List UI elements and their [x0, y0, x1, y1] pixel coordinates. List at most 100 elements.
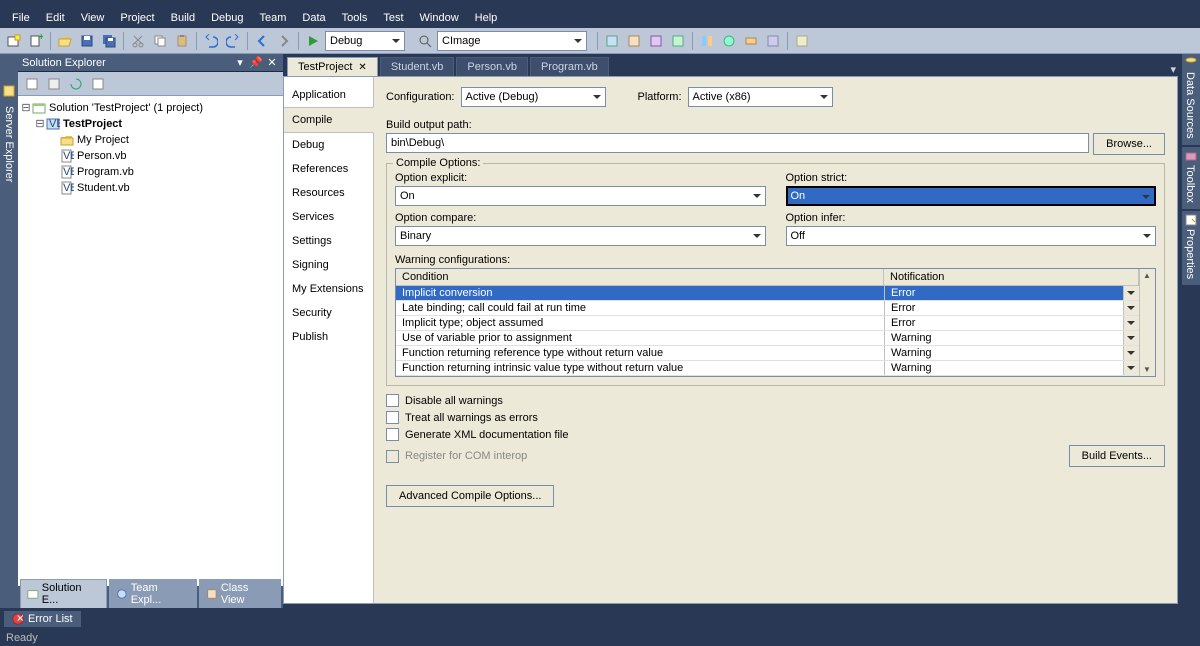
solution-tree[interactable]: ⊟ Solution 'TestProject' (1 project) ⊟ V…: [18, 96, 283, 586]
toolbox-tab[interactable]: Toolbox: [1182, 147, 1200, 209]
menu-build[interactable]: Build: [163, 10, 203, 26]
warning-row[interactable]: Implicit type; object assumedError: [396, 316, 1139, 331]
warning-grid[interactable]: Condition Notification Implicit conversi…: [396, 269, 1139, 376]
advanced-compile-button[interactable]: Advanced Compile Options...: [386, 485, 554, 507]
config-combo[interactable]: Debug: [325, 31, 405, 51]
find-icon[interactable]: [415, 31, 435, 51]
warning-notification-select[interactable]: Warning: [884, 346, 1139, 360]
panel-pin-icon[interactable]: 📌: [249, 56, 263, 70]
redo-icon[interactable]: [223, 31, 243, 51]
menu-data[interactable]: Data: [294, 10, 333, 26]
start-debug-icon[interactable]: [303, 31, 323, 51]
collapse-icon[interactable]: ⊟: [20, 100, 32, 116]
tree-item[interactable]: My Project: [77, 132, 129, 148]
menu-team[interactable]: Team: [252, 10, 295, 26]
save-icon[interactable]: [77, 31, 97, 51]
grid-scrollbar[interactable]: [1139, 269, 1155, 376]
class-view-tab[interactable]: Class View: [199, 579, 281, 608]
warning-row[interactable]: Function returning reference type withou…: [396, 346, 1139, 361]
properties-icon[interactable]: [22, 74, 42, 94]
save-all-icon[interactable]: [99, 31, 119, 51]
treat-errors-checkbox[interactable]: [386, 411, 399, 424]
nav-signing[interactable]: Signing: [284, 253, 373, 277]
doc-tab-person[interactable]: Person.vb: [456, 57, 528, 76]
nav-settings[interactable]: Settings: [284, 229, 373, 253]
error-list-tab[interactable]: ✕ Error List: [4, 611, 81, 627]
tb-misc6-icon[interactable]: [719, 31, 739, 51]
undo-icon[interactable]: [201, 31, 221, 51]
nav-application[interactable]: Application: [284, 83, 373, 107]
build-events-button[interactable]: Build Events...: [1069, 445, 1165, 467]
tb-misc7-icon[interactable]: [741, 31, 761, 51]
panel-dropdown-icon[interactable]: ▾: [233, 56, 247, 70]
copy-icon[interactable]: [150, 31, 170, 51]
data-sources-tab[interactable]: Data Sources: [1182, 54, 1200, 145]
warning-notification-select[interactable]: Warning: [884, 361, 1139, 375]
menu-test[interactable]: Test: [375, 10, 411, 26]
configuration-select[interactable]: Active (Debug): [461, 87, 606, 107]
view-code-icon[interactable]: [88, 74, 108, 94]
col-notification[interactable]: Notification: [884, 269, 1139, 285]
disable-warnings-checkbox[interactable]: [386, 394, 399, 407]
cut-icon[interactable]: [128, 31, 148, 51]
option-infer-select[interactable]: Off: [786, 226, 1157, 246]
panel-close-icon[interactable]: ✕: [265, 56, 279, 70]
nav-security[interactable]: Security: [284, 301, 373, 325]
option-explicit-select[interactable]: On: [395, 186, 766, 206]
warning-row[interactable]: Implicit conversionError: [396, 286, 1139, 301]
browse-button[interactable]: Browse...: [1093, 133, 1165, 155]
tab-overflow-icon[interactable]: ▾: [1164, 63, 1182, 76]
tb-misc2-icon[interactable]: [624, 31, 644, 51]
tb-misc3-icon[interactable]: [646, 31, 666, 51]
option-strict-select[interactable]: On: [786, 186, 1157, 206]
collapse-icon[interactable]: ⊟: [34, 116, 46, 132]
open-icon[interactable]: [55, 31, 75, 51]
warning-row[interactable]: Function returning intrinsic value type …: [396, 361, 1139, 376]
menu-help[interactable]: Help: [467, 10, 506, 26]
solution-explorer-tab[interactable]: Solution E...: [20, 579, 107, 608]
nav-fwd-icon[interactable]: [274, 31, 294, 51]
nav-back-icon[interactable]: [252, 31, 272, 51]
tb-misc4-icon[interactable]: [668, 31, 688, 51]
team-explorer-tab[interactable]: Team Expl...: [109, 579, 197, 608]
close-tab-icon[interactable]: ✕: [358, 62, 366, 73]
tb-misc8-icon[interactable]: [763, 31, 783, 51]
platform-select[interactable]: Active (x86): [688, 87, 833, 107]
warning-notification-select[interactable]: Error: [884, 301, 1139, 315]
find-combo[interactable]: CImage: [437, 31, 587, 51]
build-output-input[interactable]: bin\Debug\: [386, 133, 1089, 153]
menu-view[interactable]: View: [73, 10, 113, 26]
new-project-icon[interactable]: [4, 31, 24, 51]
nav-debug[interactable]: Debug: [284, 133, 373, 157]
project-node[interactable]: TestProject: [63, 116, 122, 132]
tree-item[interactable]: Program.vb: [77, 164, 134, 180]
menu-file[interactable]: File: [4, 10, 38, 26]
warning-row[interactable]: Late binding; call could fail at run tim…: [396, 301, 1139, 316]
tree-item[interactable]: Person.vb: [77, 148, 127, 164]
warning-row[interactable]: Use of variable prior to assignmentWarni…: [396, 331, 1139, 346]
properties-tab[interactable]: Properties: [1182, 211, 1200, 285]
doc-tab-program[interactable]: Program.vb: [530, 57, 609, 76]
tb-misc9-icon[interactable]: [792, 31, 812, 51]
nav-publish[interactable]: Publish: [284, 325, 373, 349]
refresh-icon[interactable]: [66, 74, 86, 94]
nav-resources[interactable]: Resources: [284, 181, 373, 205]
warning-notification-select[interactable]: Error: [884, 286, 1139, 300]
show-all-icon[interactable]: [44, 74, 64, 94]
gen-xml-checkbox[interactable]: [386, 428, 399, 441]
menu-edit[interactable]: Edit: [38, 10, 73, 26]
menu-tools[interactable]: Tools: [334, 10, 376, 26]
nav-references[interactable]: References: [284, 157, 373, 181]
warning-notification-select[interactable]: Error: [884, 316, 1139, 330]
add-item-icon[interactable]: +: [26, 31, 46, 51]
menu-window[interactable]: Window: [412, 10, 467, 26]
server-explorer-tab[interactable]: Server Explorer: [0, 54, 18, 608]
tb-misc5-icon[interactable]: [697, 31, 717, 51]
menu-project[interactable]: Project: [112, 10, 162, 26]
nav-compile[interactable]: Compile: [284, 107, 374, 133]
option-compare-select[interactable]: Binary: [395, 226, 766, 246]
col-condition[interactable]: Condition: [396, 269, 884, 285]
doc-tab-project[interactable]: TestProject✕: [287, 57, 378, 76]
paste-icon[interactable]: [172, 31, 192, 51]
menu-debug[interactable]: Debug: [203, 10, 251, 26]
